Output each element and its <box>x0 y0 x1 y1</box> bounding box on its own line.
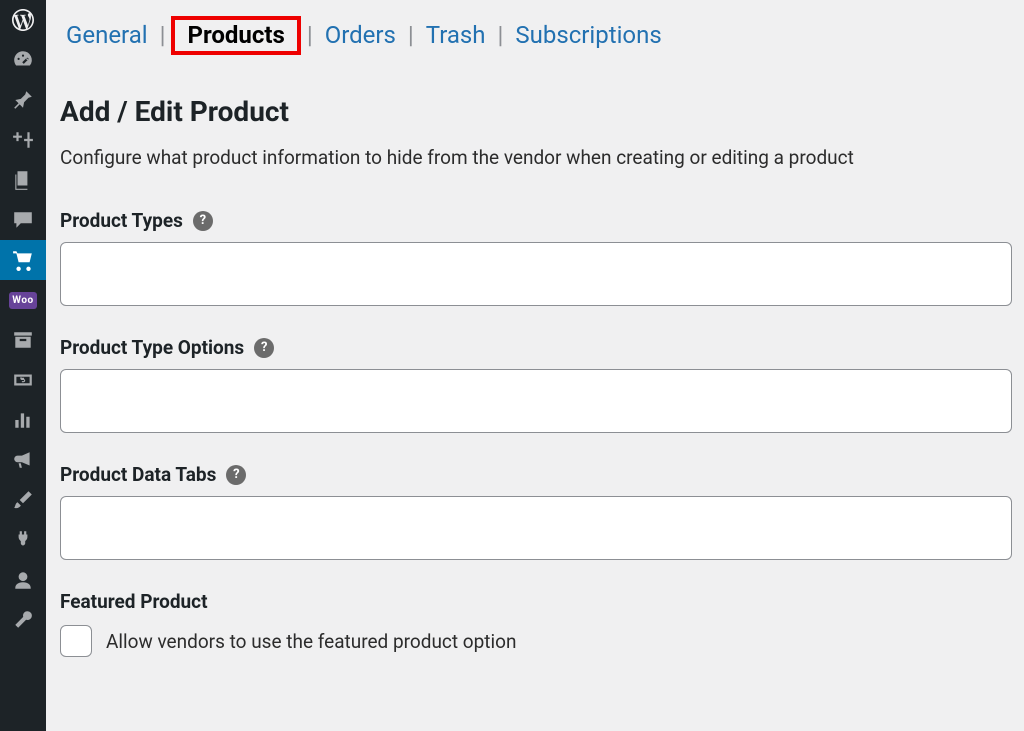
wordpress-icon <box>12 9 34 31</box>
sidebar-item-analytics[interactable] <box>0 400 46 440</box>
sidebar-item-archive[interactable] <box>0 320 46 360</box>
sidebar-item-dashboard[interactable] <box>0 40 46 80</box>
admin-sidebar: Woo <box>0 0 46 731</box>
pages-icon <box>12 169 34 191</box>
field-product-type-options: Product Type Options ? <box>60 336 1010 433</box>
sidebar-item-plugins[interactable] <box>0 520 46 560</box>
label-featured-product: Featured Product <box>60 590 208 613</box>
megaphone-icon <box>12 449 34 471</box>
tab-separator: | <box>498 20 504 51</box>
page-title: Add / Edit Product <box>60 95 1010 128</box>
sidebar-item-appearance[interactable] <box>0 480 46 520</box>
main-content: General | Products | Orders | Trash | Su… <box>46 0 1024 731</box>
input-product-type-options[interactable] <box>60 369 1012 433</box>
tab-orders[interactable]: Orders <box>319 16 402 55</box>
help-icon[interactable]: ? <box>226 465 246 485</box>
input-product-data-tabs[interactable] <box>60 496 1012 560</box>
sidebar-item-wordpress[interactable] <box>0 0 46 40</box>
tab-row: General | Products | Orders | Trash | Su… <box>60 16 1010 55</box>
sidebar-item-users[interactable] <box>0 560 46 600</box>
sidebar-item-cart[interactable] <box>0 240 46 280</box>
checkbox-featured-product[interactable] <box>60 625 92 657</box>
archive-icon <box>12 329 34 351</box>
tab-products-highlight: Products <box>171 16 300 55</box>
tab-separator: | <box>160 20 166 51</box>
plug-icon <box>12 529 34 551</box>
field-product-data-tabs: Product Data Tabs ? <box>60 463 1010 560</box>
page-description: Configure what product information to hi… <box>60 146 1010 169</box>
sidebar-item-posts[interactable] <box>0 80 46 120</box>
tab-subscriptions[interactable]: Subscriptions <box>509 16 667 55</box>
label-product-data-tabs: Product Data Tabs <box>60 463 216 486</box>
comment-icon <box>12 209 34 231</box>
help-icon[interactable]: ? <box>193 211 213 231</box>
sidebar-item-marketing[interactable] <box>0 440 46 480</box>
label-product-types: Product Types <box>60 209 183 232</box>
user-icon <box>12 569 34 591</box>
cart-icon <box>12 249 34 271</box>
field-product-types: Product Types ? <box>60 209 1010 306</box>
sidebar-item-comments[interactable] <box>0 200 46 240</box>
help-icon[interactable]: ? <box>254 338 274 358</box>
label-product-type-options: Product Type Options <box>60 336 244 359</box>
sliders-icon <box>12 129 34 151</box>
pin-icon <box>12 89 34 111</box>
tab-general[interactable]: General <box>60 16 154 55</box>
sidebar-item-tools[interactable] <box>0 600 46 640</box>
brush-icon <box>12 489 34 511</box>
input-product-types[interactable] <box>60 242 1012 306</box>
tab-products[interactable]: Products <box>181 17 290 53</box>
sidebar-item-settings[interactable] <box>0 120 46 160</box>
bar-chart-icon <box>12 409 34 431</box>
sidebar-item-pages[interactable] <box>0 160 46 200</box>
dashboard-icon <box>12 49 34 71</box>
sidebar-item-woocommerce[interactable]: Woo <box>0 280 46 320</box>
sidebar-item-payments[interactable] <box>0 360 46 400</box>
wrench-icon <box>12 609 34 631</box>
featured-product-option-text: Allow vendors to use the featured produc… <box>106 630 516 653</box>
tab-separator: | <box>408 20 414 51</box>
woo-badge: Woo <box>9 292 36 309</box>
field-featured-product: Featured Product Allow vendors to use th… <box>60 590 1010 657</box>
tab-separator: | <box>307 20 313 51</box>
tab-trash[interactable]: Trash <box>420 16 492 55</box>
money-icon <box>12 369 34 391</box>
